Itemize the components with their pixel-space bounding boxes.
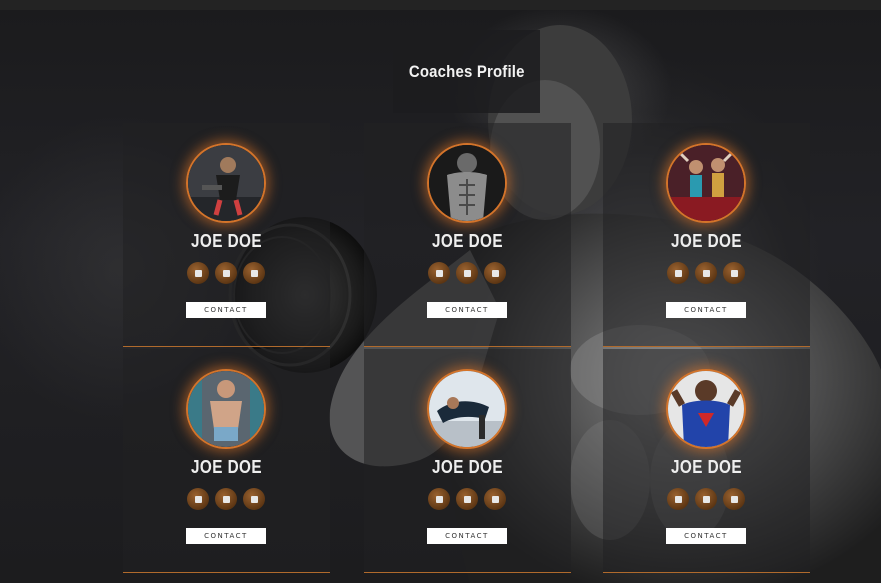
contact-button[interactable]: CONTACT [427, 302, 507, 318]
instagram-icon[interactable] [243, 262, 265, 284]
coach-avatar [186, 369, 266, 449]
coach-name: JOE DOE [670, 457, 743, 477]
coach-avatar [666, 143, 746, 223]
twitter-icon[interactable] [456, 262, 478, 284]
twitter-icon[interactable] [695, 488, 717, 510]
social-links [187, 262, 267, 284]
facebook-icon[interactable] [428, 262, 450, 284]
coach-card: JOE DOE CONTACT [123, 349, 330, 573]
coach-name: JOE DOE [431, 231, 504, 251]
coach-name: JOE DOE [190, 457, 263, 477]
coach-name: JOE DOE [670, 231, 743, 251]
top-bar [0, 0, 881, 10]
coach-name: JOE DOE [431, 457, 504, 477]
social-links [667, 262, 747, 284]
coach-card: JOE DOE CONTACT [364, 123, 571, 347]
facebook-icon[interactable] [187, 262, 209, 284]
facebook-icon[interactable] [667, 488, 689, 510]
twitter-icon[interactable] [215, 262, 237, 284]
contact-button[interactable]: CONTACT [186, 302, 266, 318]
instagram-icon[interactable] [243, 488, 265, 510]
facebook-icon[interactable] [187, 488, 209, 510]
coach-card: JOE DOE CONTACT [123, 123, 330, 347]
instagram-icon[interactable] [723, 262, 745, 284]
coach-avatar [427, 369, 507, 449]
coach-card: JOE DOE CONTACT [364, 349, 571, 573]
coach-avatar [427, 143, 507, 223]
social-links [428, 488, 508, 510]
page-title: Coaches Profile [408, 61, 525, 81]
instagram-icon[interactable] [723, 488, 745, 510]
contact-button[interactable]: CONTACT [666, 302, 746, 318]
coach-card: JOE DOE CONTACT [603, 123, 810, 347]
title-box: Coaches Profile [393, 30, 540, 113]
twitter-icon[interactable] [695, 262, 717, 284]
social-links [187, 488, 267, 510]
social-links [428, 262, 508, 284]
contact-button[interactable]: CONTACT [186, 528, 266, 544]
social-links [667, 488, 747, 510]
coach-name: JOE DOE [190, 231, 263, 251]
twitter-icon[interactable] [456, 488, 478, 510]
twitter-icon[interactable] [215, 488, 237, 510]
facebook-icon[interactable] [428, 488, 450, 510]
contact-button[interactable]: CONTACT [427, 528, 507, 544]
facebook-icon[interactable] [667, 262, 689, 284]
instagram-icon[interactable] [484, 262, 506, 284]
coach-avatar [666, 369, 746, 449]
instagram-icon[interactable] [484, 488, 506, 510]
contact-button[interactable]: CONTACT [666, 528, 746, 544]
coach-card: JOE DOE CONTACT [603, 349, 810, 573]
coach-avatar [186, 143, 266, 223]
hero-background: Coaches Profile JOE DOE CONTACT JOE DOE [0, 10, 881, 583]
